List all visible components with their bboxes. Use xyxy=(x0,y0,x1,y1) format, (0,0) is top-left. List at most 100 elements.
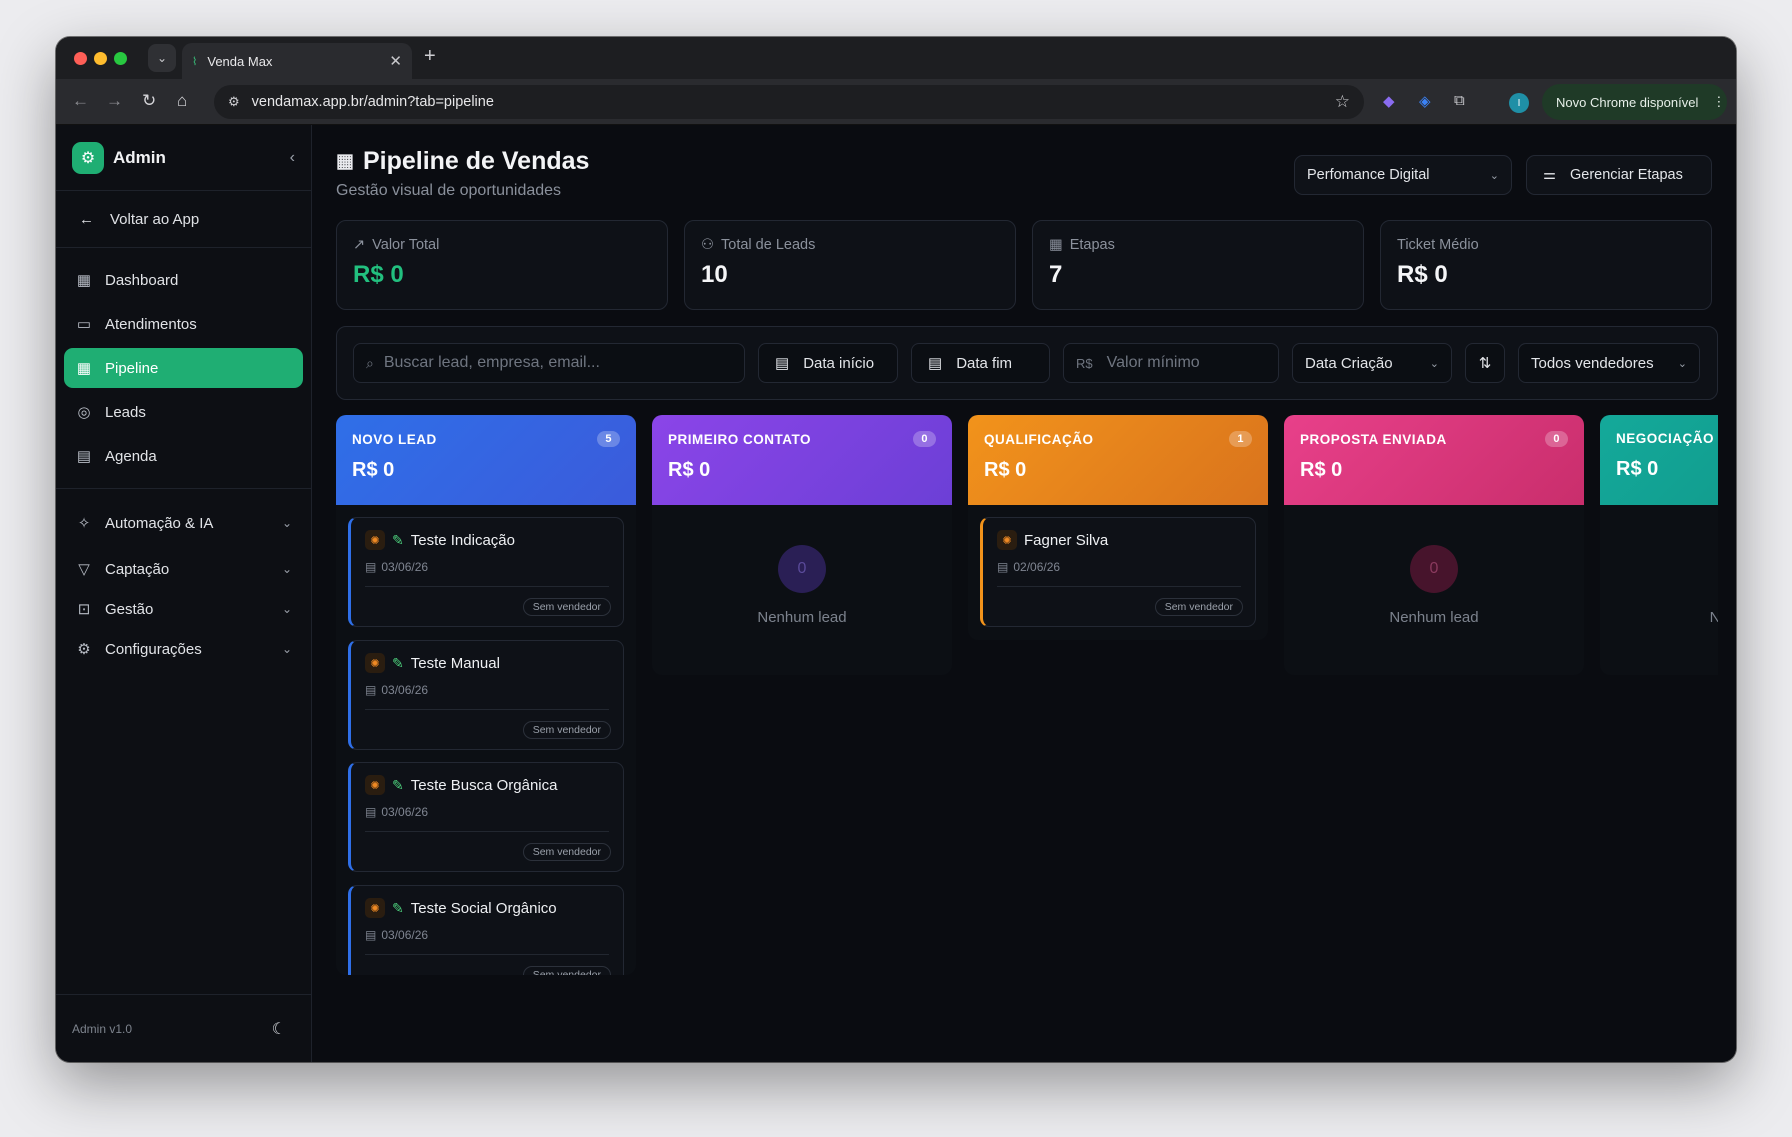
chevron-down-icon: ⌄ xyxy=(281,562,292,576)
chat-icon: ▭ xyxy=(76,316,92,333)
sidebar-group-gestao[interactable]: ⊡ Gestão ⌄ xyxy=(64,589,303,629)
gear-icon: ⚙ xyxy=(77,641,91,658)
sort-field-select[interactable]: Data Criação ⌄ xyxy=(1292,343,1452,383)
lead-card[interactable]: ✺ ✎ Teste Social Orgânico ▤ 03/06/26 Sem ve… xyxy=(348,885,624,975)
brand-name: Admin xyxy=(113,147,166,167)
stat-card-total-leads: ⚇ Total de Leads 10 xyxy=(684,220,1016,310)
card-divider xyxy=(365,954,609,955)
close-tab-icon[interactable]: ✕ xyxy=(389,52,402,70)
new-tab-button[interactable]: + xyxy=(424,45,436,68)
lead-card[interactable]: ✺ ✎ Teste Manual ▤ 03/06/26 Sem vendedor xyxy=(348,640,624,750)
reload-icon[interactable]: ↻ xyxy=(142,91,156,111)
column-name: PROPOSTA ENVIADA xyxy=(1300,431,1447,447)
calendar-icon: ▤ xyxy=(365,683,377,697)
card-divider xyxy=(365,709,609,710)
sliders-icon: ⚌ xyxy=(1543,167,1556,183)
sidebar-group-label: Gestão xyxy=(105,600,154,618)
column-body-proposta-enviada: 0 Nenhum lead xyxy=(1284,505,1584,675)
site-settings-icon[interactable]: ⚙ xyxy=(228,94,240,110)
users-icon: ⚇ xyxy=(701,237,714,253)
sidebar-item-dashboard[interactable]: ▦ Dashboard xyxy=(64,260,303,300)
maximize-window-button[interactable] xyxy=(114,52,127,65)
tab-title: Venda Max xyxy=(207,53,273,69)
back-arrow-icon[interactable]: ← xyxy=(72,91,89,111)
extension-icon[interactable]: ◆ xyxy=(1383,92,1395,110)
search-input[interactable]: ⌕ Buscar lead, empresa, email... xyxy=(353,343,745,383)
lead-date: 03/06/26 xyxy=(381,683,429,697)
chrome-update-button[interactable]: Novo Chrome disponível ⋮ xyxy=(1542,84,1727,120)
calendar-icon: ▤ xyxy=(997,560,1009,574)
minimize-window-button[interactable] xyxy=(94,52,107,65)
briefcase-icon: ⊡ xyxy=(77,601,91,618)
home-icon[interactable]: ⌂ xyxy=(177,91,187,111)
sidebar: ⚙ Admin ‹ ← Voltar ao App ▦ Dashboard ▭ At… xyxy=(56,125,312,1062)
bookmark-star-icon[interactable]: ☆ xyxy=(1335,92,1350,112)
manage-stages-button[interactable]: ⚌ Gerenciar Etapas xyxy=(1526,155,1712,195)
forward-arrow-icon[interactable]: → xyxy=(106,91,123,111)
calendar-icon: ▤ xyxy=(928,355,943,372)
seller-badge: Sem vendedor xyxy=(522,966,611,975)
date-end-label: Data fim xyxy=(956,354,1013,372)
browser-tab[interactable]: ⌇ Venda Max ✕ xyxy=(182,43,412,79)
search-placeholder: Buscar lead, empresa, email... xyxy=(383,354,600,371)
column-value: R$ 0 xyxy=(984,459,1027,481)
arrow-left-icon: ← xyxy=(79,210,94,228)
date-end-button[interactable]: ▤ Data fim xyxy=(911,343,1050,383)
seller-select[interactable]: Todos vendedores ⌄ xyxy=(1518,343,1700,383)
sidebar-item-label: Leads xyxy=(105,403,146,421)
sidebar-item-agenda[interactable]: ▤ Agenda xyxy=(64,436,303,476)
tab-search-button[interactable]: ⌄ xyxy=(148,44,176,72)
close-window-button[interactable] xyxy=(74,52,87,65)
profile-avatar[interactable]: I xyxy=(1509,93,1529,113)
seller-badge: Sem vendedor xyxy=(522,721,611,739)
sidebar-group-automacao[interactable]: ✧ Automação & IA ⌄ xyxy=(64,503,303,543)
sidebar-group-captacao[interactable]: ▽ Captação ⌄ xyxy=(64,549,303,589)
moon-icon[interactable]: ☾ xyxy=(272,1019,286,1039)
sidebar-group-label: Automação & IA xyxy=(105,514,214,532)
extension-icon[interactable]: ◈ xyxy=(1419,92,1431,110)
column-body-primeiro-contato: 0 Nenhum lead xyxy=(652,505,952,675)
sidebar-item-label: Agenda xyxy=(105,447,157,465)
empty-count-circle: 0 xyxy=(1410,545,1458,593)
chevron-down-icon: ⌄ xyxy=(281,642,292,656)
sidebar-item-leads[interactable]: ◎ Leads xyxy=(64,392,303,432)
app-shell: ⚙ Admin ‹ ← Voltar ao App ▦ Dashboard ▭ At… xyxy=(56,125,1736,1062)
lead-name: Teste Manual xyxy=(410,654,500,672)
lead-date: 03/06/26 xyxy=(381,560,429,574)
stat-label: Ticket Médio xyxy=(1397,237,1479,253)
column-count-badge: 1 xyxy=(1229,431,1252,447)
lead-name: Teste Social Orgânico xyxy=(410,899,557,917)
calendar-icon: ▤ xyxy=(775,355,790,372)
collapse-chevron-icon[interactable]: ‹ xyxy=(290,149,295,167)
column-header-novo-lead: NOVO LEAD 5 R$ 0 xyxy=(336,415,636,505)
date-start-button[interactable]: ▤ Data início xyxy=(758,343,898,383)
column-value: R$ 0 xyxy=(668,459,711,481)
lead-card[interactable]: ✺ Fagner Silva ▤ 02/06/26 Sem vendedor xyxy=(980,517,1256,627)
lead-card[interactable]: ✺ ✎ Teste Indicação ▤ 03/06/26 Sem vendedor xyxy=(348,517,624,627)
stat-card-avg-ticket: Ticket Médio R$ 0 xyxy=(1380,220,1712,310)
min-value-input[interactable]: R$ Valor mínimo xyxy=(1063,343,1279,383)
lead-card[interactable]: ✺ ✎ Teste Busca Orgânica ▤ 03/06/26 Sem ven… xyxy=(348,762,624,872)
chevron-down-icon: ⌄ xyxy=(1429,357,1439,370)
back-to-app-link[interactable]: ← Voltar ao App xyxy=(56,191,311,248)
column-body-qualificacao: ✺ Fagner Silva ▤ 02/06/26 Sem vendedor xyxy=(968,505,1268,640)
lead-date: 03/06/26 xyxy=(381,805,429,819)
sidebar-group-label: Captação xyxy=(105,560,170,578)
empty-label: Nenhum lead xyxy=(1389,609,1479,626)
sidebar-item-pipeline[interactable]: ▦ Pipeline xyxy=(64,348,303,388)
sort-field-value: Data Criação xyxy=(1305,354,1393,372)
column-header-proposta-enviada: PROPOSTA ENVIADA 0 R$ 0 xyxy=(1284,415,1584,505)
sun-icon: ✺ xyxy=(365,775,385,795)
chevron-down-icon: ⌄ xyxy=(1677,357,1687,370)
stat-label: Valor Total xyxy=(372,237,440,253)
address-bar[interactable]: ⚙ vendamax.app.br/admin?tab=pipeline ☆ xyxy=(214,85,1364,119)
update-label: Novo Chrome disponível xyxy=(1556,94,1699,110)
sidebar-item-atendimentos[interactable]: ▭ Atendimentos xyxy=(64,304,303,344)
pipeline-select[interactable]: Perfomance Digital ⌄ xyxy=(1294,155,1512,195)
calendar-icon: ▤ xyxy=(365,560,377,574)
sort-order-button[interactable]: ⇅ xyxy=(1465,343,1505,383)
column-name: NEGOCIAÇÃO xyxy=(1616,431,1715,446)
puzzle-icon[interactable]: ⧉ xyxy=(1454,92,1465,109)
sidebar-group-configuracoes[interactable]: ⚙ Configurações ⌄ xyxy=(64,629,303,669)
grid-icon: ▦ xyxy=(1049,237,1063,253)
